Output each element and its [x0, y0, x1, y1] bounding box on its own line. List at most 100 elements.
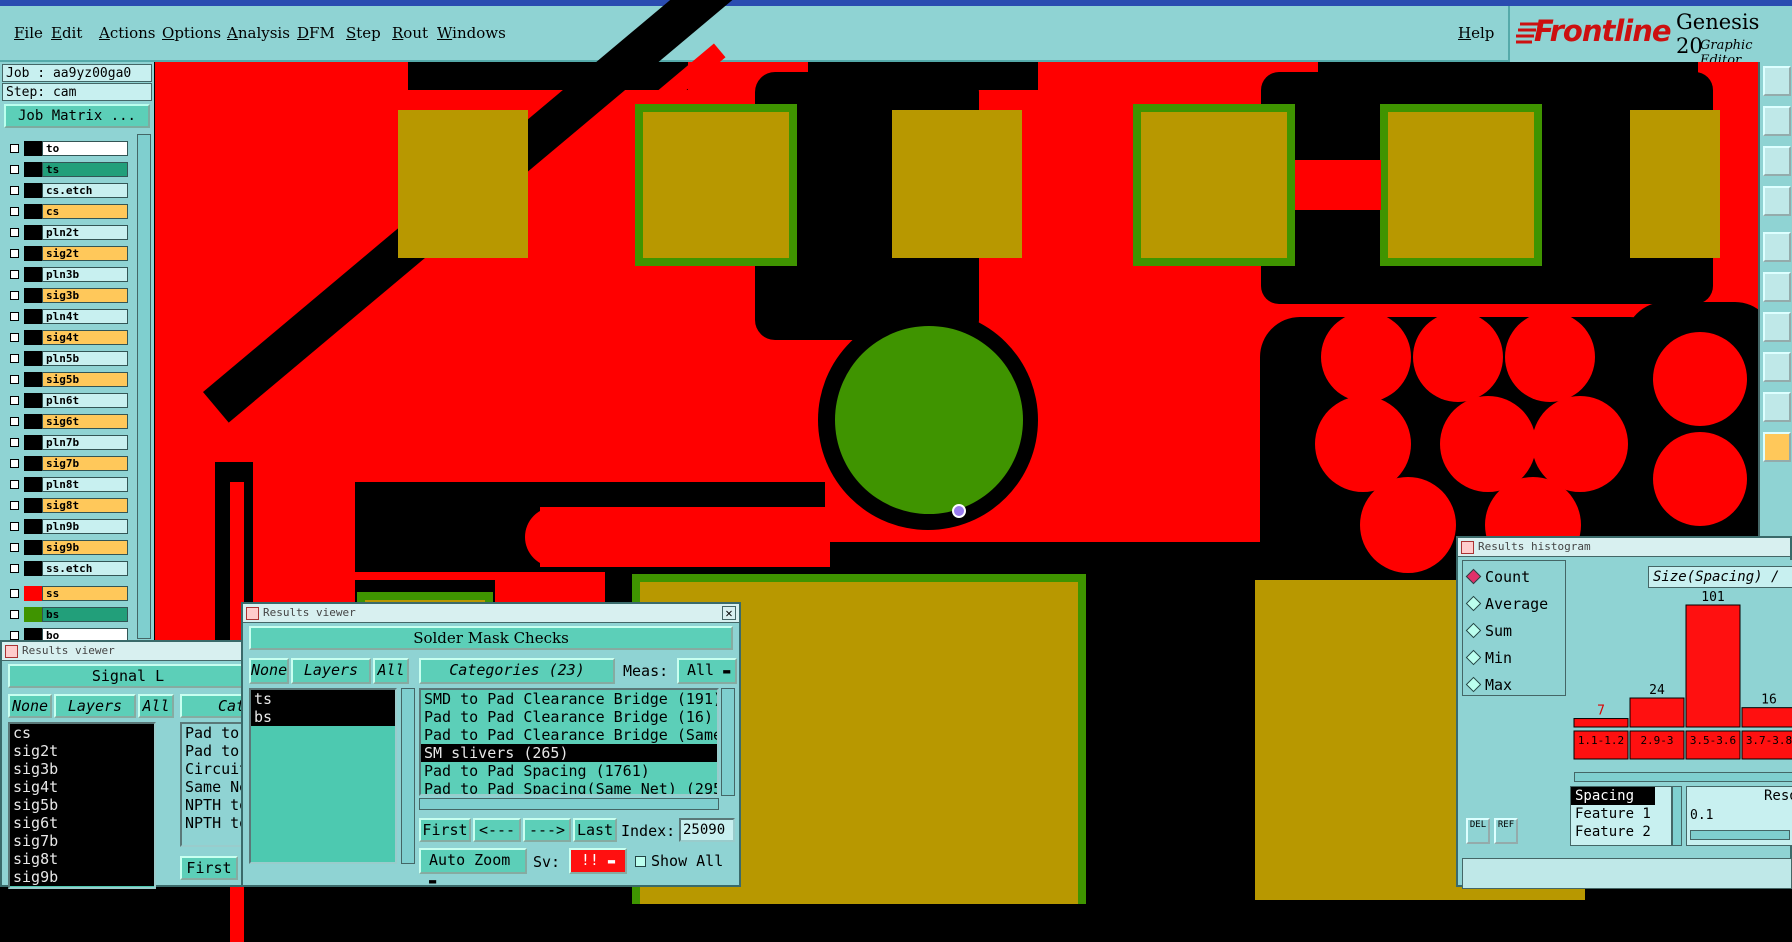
layer-list-scrollbar[interactable] [137, 134, 151, 639]
list-item[interactable]: Pad to Pad Spacing (1761) [421, 762, 717, 780]
meas-select[interactable]: All ▬ [677, 658, 737, 684]
layer-row[interactable]: sig4t [6, 329, 130, 346]
list-item[interactable]: Same Ne [182, 778, 248, 796]
layer-checkbox[interactable] [10, 522, 19, 531]
layer-name[interactable]: sig3b [42, 288, 128, 303]
layer-name[interactable]: sig5b [42, 372, 128, 387]
histogram-bar[interactable] [1629, 697, 1685, 728]
menu-dfm[interactable]: DFM [297, 24, 335, 42]
layer-name[interactable]: ss [42, 586, 128, 601]
layer-row[interactable]: sig9b [6, 539, 130, 556]
menu-file[interactable]: File [14, 24, 43, 42]
layer-name[interactable]: pln8t [42, 477, 128, 492]
categories-button[interactable]: Categories (23) [419, 658, 615, 684]
tool-pointer-icon[interactable] [1763, 432, 1791, 462]
layer-name[interactable]: to [42, 141, 128, 156]
tool-copy-icon[interactable] [1763, 66, 1791, 96]
categories-button[interactable]: Cat [180, 694, 250, 718]
layer-name[interactable]: pln3b [42, 267, 128, 282]
list-item[interactable]: NPTH to [182, 796, 248, 814]
layer-row[interactable]: pln5b [6, 350, 130, 367]
layer-checkbox[interactable] [10, 438, 19, 447]
list-item[interactable]: Pad to [182, 742, 248, 760]
list-item[interactable]: sig6t [10, 814, 154, 832]
menu-analysis[interactable]: Analysis [227, 24, 290, 42]
menu-edit[interactable]: Edit [51, 24, 82, 42]
tool-line-icon[interactable] [1763, 312, 1791, 342]
layer-name[interactable]: sig6t [42, 414, 128, 429]
list-item[interactable]: NPTH to [182, 814, 248, 832]
layer-checkbox[interactable] [10, 312, 19, 321]
layer-results-list[interactable]: cs sig2t sig3b sig4t sig5b sig6t sig7b sig8t sig… [8, 722, 156, 889]
tool-layers-icon[interactable] [1763, 186, 1791, 216]
list-item[interactable]: cs [10, 724, 154, 742]
layer-checkbox[interactable] [10, 228, 19, 237]
list-item[interactable]: Pad to Pad Spacing(Same Net) (295 [421, 780, 717, 794]
layer-row[interactable]: sig3b [6, 287, 130, 304]
window-menu-icon[interactable] [5, 645, 18, 658]
layer-name[interactable]: sig9b [42, 540, 128, 555]
layer-name[interactable]: sig7b [42, 456, 128, 471]
layer-name[interactable]: pln4t [42, 309, 128, 324]
layer-checkbox[interactable] [10, 270, 19, 279]
first-button[interactable]: First [419, 818, 471, 842]
layer-row[interactable]: pln6t [6, 392, 130, 409]
sort-list[interactable]: Spacing Feature 1 Feature 2 [1570, 786, 1672, 846]
layer-name[interactable]: sig4t [42, 330, 128, 345]
layer-row[interactable]: bs [6, 606, 130, 623]
chart-hscrollbar[interactable] [1574, 772, 1792, 782]
layer-checkbox[interactable] [10, 589, 19, 598]
tool-connect-icon[interactable] [1763, 272, 1791, 302]
sort-item[interactable]: Feature 1 [1571, 805, 1671, 823]
layer-row[interactable]: pln9b [6, 518, 130, 535]
layer-name[interactable]: sig8t [42, 498, 128, 513]
histogram-bar[interactable] [1685, 604, 1741, 728]
list-item[interactable]: sig9b [10, 868, 154, 886]
list-item[interactable]: sig8t [10, 850, 154, 868]
menu-step[interactable]: Step [346, 24, 381, 42]
ref-button[interactable]: REF [1494, 818, 1518, 844]
layer-name[interactable]: pln6t [42, 393, 128, 408]
layer-name[interactable]: ss.etch [42, 561, 128, 576]
layer-checkbox[interactable] [10, 291, 19, 300]
list-item[interactable]: Pad to Pad Clearance Bridge (16) [421, 708, 717, 726]
layer-row[interactable]: ss.etch [6, 560, 130, 577]
layer-checkbox[interactable] [10, 417, 19, 426]
sort-item[interactable]: Feature 2 [1571, 823, 1671, 841]
layer-checkbox[interactable] [10, 207, 19, 216]
layer-checkbox[interactable] [10, 543, 19, 552]
layer-checkbox[interactable] [10, 333, 19, 342]
list-item[interactable]: Pad to Pad Clearance Bridge (Same [421, 726, 717, 744]
list-item[interactable]: sig7b [10, 832, 154, 850]
sort-scrollbar[interactable] [1672, 786, 1682, 846]
resolution-slider[interactable] [1690, 830, 1790, 840]
layers-button[interactable]: Layers [291, 658, 371, 684]
sort-item[interactable]: Spacing [1571, 787, 1655, 805]
none-button[interactable]: None [8, 694, 52, 718]
list-item[interactable]: Pad to [182, 724, 248, 742]
all-button[interactable]: All [373, 658, 409, 684]
list-item[interactable]: SMD to Pad Clearance Bridge (191) [421, 690, 717, 708]
prev-button[interactable]: <--- [473, 818, 521, 842]
layer-checkbox[interactable] [10, 354, 19, 363]
mode-radio[interactable]: Count [1465, 568, 1530, 586]
menu-options[interactable]: Options [162, 24, 221, 42]
category-hscrollbar[interactable] [419, 798, 719, 810]
category-results-list[interactable]: SMD to Pad Clearance Bridge (191) Pad to … [419, 688, 719, 796]
all-button[interactable]: All [138, 694, 174, 718]
tool-measure-icon[interactable] [1763, 352, 1791, 382]
layer-name[interactable]: ts [42, 162, 128, 177]
layer-row[interactable]: to [6, 140, 130, 157]
layer-checkbox[interactable] [10, 249, 19, 258]
mode-radio[interactable]: Min [1465, 649, 1512, 667]
list-item[interactable]: Circuit [182, 760, 248, 778]
layer-checkbox[interactable] [10, 501, 19, 510]
layer-name[interactable]: pln9b [42, 519, 128, 534]
tool-resize-icon[interactable] [1763, 146, 1791, 176]
layer-name[interactable]: sig2t [42, 246, 128, 261]
layer-row[interactable]: sig5b [6, 371, 130, 388]
next-button[interactable]: ---> [523, 818, 571, 842]
layer-checkbox[interactable] [10, 375, 19, 384]
layer-row[interactable]: cs.etch [6, 182, 130, 199]
window-menu-icon[interactable] [246, 607, 259, 620]
